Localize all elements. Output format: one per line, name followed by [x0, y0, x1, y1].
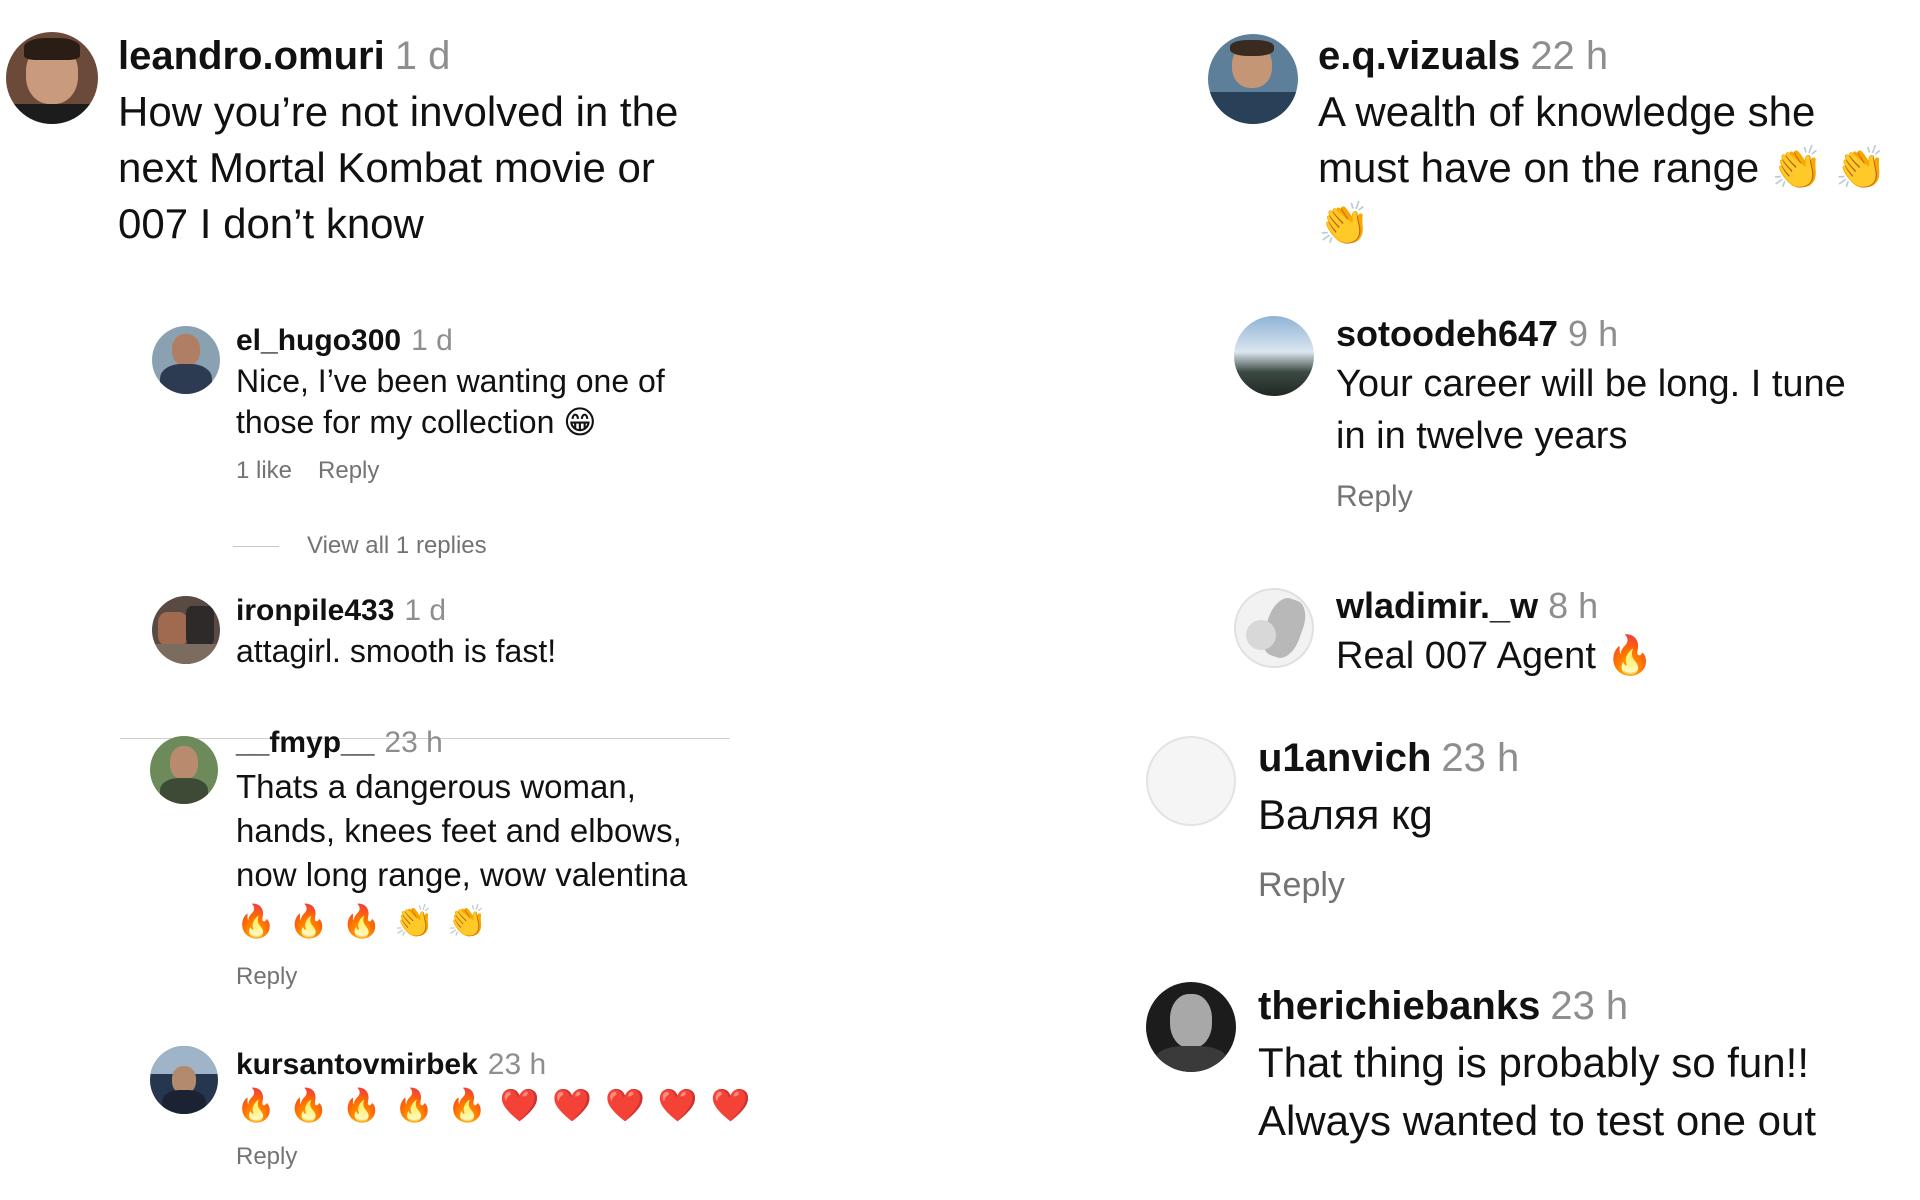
- timestamp: 1 d: [394, 34, 451, 78]
- avatar[interactable]: [152, 596, 220, 664]
- comment-sotoodeh647: sotoodeh647 9 h Your career will be long.…: [1234, 314, 1846, 514]
- comment-meta: __fmyp__ 23 h: [236, 726, 687, 759]
- divider-line: [233, 545, 279, 547]
- avatar[interactable]: [1234, 588, 1314, 668]
- comment-text: Nice, I’ve been wanting one of those for…: [236, 363, 665, 440]
- avatar[interactable]: [6, 32, 98, 124]
- comment-text: Валяя кg: [1258, 791, 1433, 838]
- comment-meta: kursantovmirbek 23 h: [236, 1048, 752, 1081]
- timestamp: 23 h: [384, 726, 443, 759]
- reply-button[interactable]: Reply: [318, 457, 379, 484]
- comment-wladimir-w: wladimir._w 8 h Real 007 Agent 🔥: [1234, 586, 1654, 682]
- comment-text: Thats a dangerous woman, hands, knees fe…: [236, 768, 688, 893]
- comment-text: That thing is probably so fun!! Always w…: [1258, 1039, 1816, 1144]
- timestamp: 1 d: [404, 594, 447, 627]
- comment-text: Your career will be long. I tune in in t…: [1336, 362, 1846, 457]
- comment-actions: 1 like Reply: [236, 457, 665, 485]
- comment-therichiebanks: therichiebanks 23 h That thing is probabl…: [1146, 982, 1816, 1150]
- timestamp: 22 h: [1530, 34, 1609, 78]
- view-replies-link[interactable]: View all 1 replies: [233, 532, 487, 560]
- comment-meta: therichiebanks 23 h: [1258, 984, 1816, 1028]
- reply-button[interactable]: Reply: [1336, 480, 1413, 513]
- reply-button[interactable]: Reply: [1258, 866, 1345, 904]
- username[interactable]: kursantovmirbek: [236, 1048, 478, 1081]
- username[interactable]: e.q.vizuals: [1318, 34, 1520, 78]
- comment-meta: el_hugo300 1 d: [236, 324, 665, 357]
- likes-count[interactable]: 1 like: [236, 457, 292, 484]
- comment-e-q-vizuals: e.q.vizuals 22 h A wealth of knowledge sh…: [1208, 34, 1887, 252]
- comment-text: A wealth of knowledge she must have on t…: [1318, 88, 1888, 247]
- username[interactable]: leandro.omuri: [118, 34, 385, 78]
- comment-u1anvich: u1anvich 23 h Валяя кg Reply: [1146, 736, 1519, 905]
- timestamp: 9 h: [1568, 313, 1619, 354]
- comment-fmyp: __fmyp__ 23 h Thats a dangerous woman, ha…: [150, 726, 688, 991]
- avatar[interactable]: [1208, 34, 1298, 124]
- username[interactable]: el_hugo300: [236, 324, 401, 357]
- comment-actions: Reply: [1258, 866, 1519, 905]
- avatar[interactable]: [152, 326, 220, 394]
- timestamp: 1 d: [411, 324, 453, 357]
- timestamp: 23 h: [1550, 984, 1629, 1028]
- username[interactable]: therichiebanks: [1258, 984, 1540, 1028]
- comment-text: Real 007 Agent 🔥: [1336, 634, 1654, 677]
- comment-meta: sotoodeh647 9 h: [1336, 314, 1846, 354]
- username[interactable]: ironpile433: [236, 594, 394, 627]
- comment-kursantovmirbek: kursantovmirbek 23 h 🔥 🔥 🔥 🔥 🔥 ❤️ ❤️ ❤️ ❤…: [150, 1046, 752, 1171]
- avatar[interactable]: [150, 736, 218, 804]
- comment-meta: wladimir._w 8 h: [1336, 586, 1654, 626]
- comment-el-hugo300: el_hugo300 1 d Nice, I’ve been wanting on…: [152, 324, 665, 485]
- emoji-row: 🔥 🔥 🔥 🔥 🔥 ❤️ ❤️ ❤️ ❤️ ❤️: [236, 1087, 753, 1123]
- comment-text: attagirl. smooth is fast!: [236, 633, 557, 669]
- timestamp: 23 h: [487, 1048, 547, 1081]
- view-replies-label[interactable]: View all 1 replies: [307, 532, 487, 560]
- comment-meta: ironpile433 1 d: [236, 594, 556, 627]
- avatar[interactable]: [1146, 736, 1236, 826]
- comment-text: How you’re not involved in the next Mort…: [118, 88, 679, 247]
- reply-button[interactable]: Reply: [236, 1143, 297, 1170]
- comment-meta: e.q.vizuals 22 h: [1318, 34, 1887, 78]
- comment-actions: Reply: [1336, 480, 1846, 514]
- reply-button[interactable]: Reply: [236, 963, 297, 990]
- emoji-row: 🔥 🔥 🔥 👏 👏: [236, 903, 489, 939]
- comment-leandro-omuri: leandro.omuri 1 d How you’re not involved…: [6, 32, 678, 252]
- username[interactable]: sotoodeh647: [1336, 313, 1558, 354]
- timestamp: 23 h: [1441, 736, 1520, 780]
- avatar[interactable]: [1234, 316, 1314, 396]
- username[interactable]: u1anvich: [1258, 736, 1431, 780]
- comment-meta: u1anvich 23 h: [1258, 736, 1519, 780]
- timestamp: 8 h: [1548, 585, 1599, 626]
- avatar[interactable]: [1146, 982, 1236, 1072]
- comment-ironpile433: ironpile433 1 d attagirl. smooth is fast!: [152, 594, 557, 672]
- comment-meta: leandro.omuri 1 d: [118, 34, 678, 78]
- username[interactable]: __fmyp__: [236, 726, 374, 759]
- comment-actions: Reply: [236, 1143, 752, 1171]
- comment-actions: Reply: [236, 963, 687, 991]
- username[interactable]: wladimir._w: [1336, 585, 1538, 626]
- avatar[interactable]: [150, 1046, 218, 1114]
